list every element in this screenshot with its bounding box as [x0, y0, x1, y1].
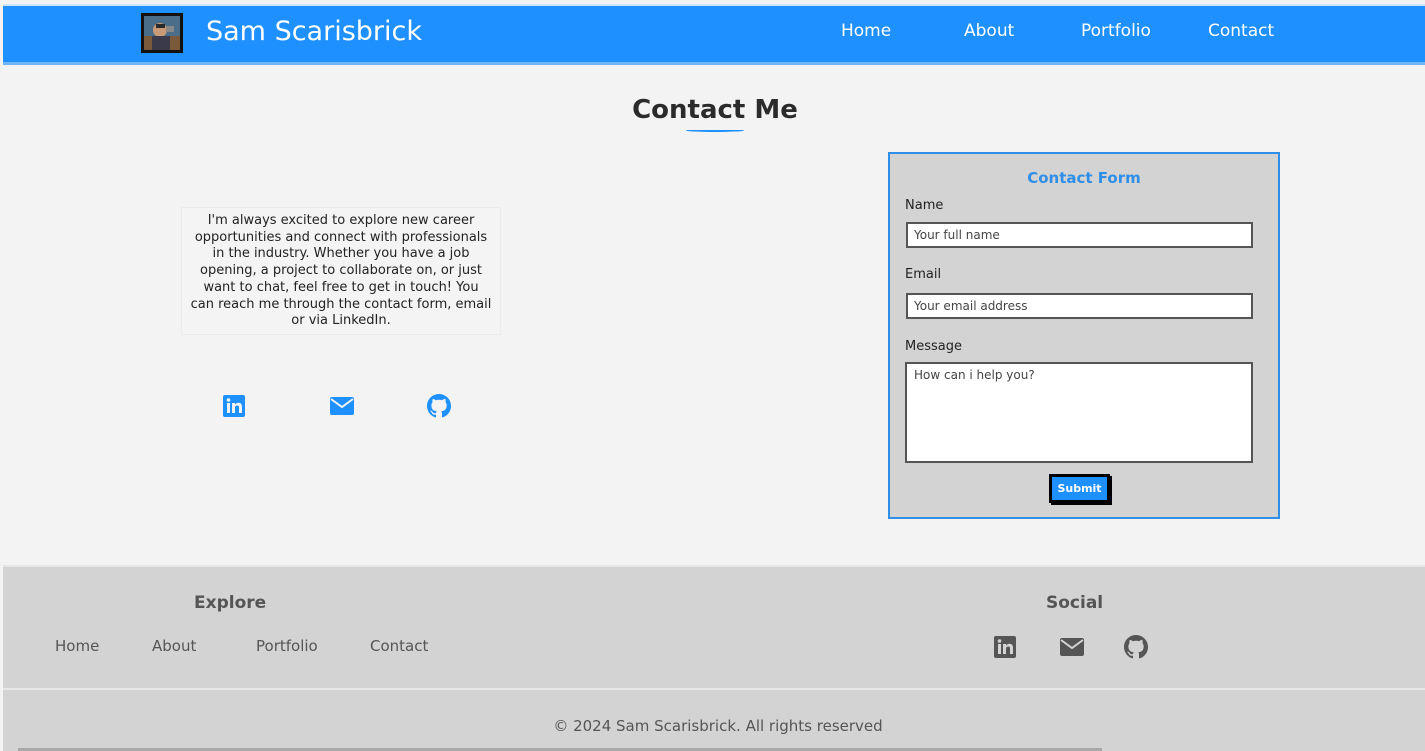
site-brand[interactable]: Sam Scarisbrick: [206, 16, 422, 47]
nav-contact[interactable]: Contact: [1208, 21, 1274, 41]
name-input[interactable]: [906, 222, 1253, 248]
nav-home[interactable]: Home: [841, 21, 891, 41]
footer-link-home[interactable]: Home: [55, 637, 99, 655]
intro-text: I'm always excited to explore new career…: [181, 207, 501, 335]
site-footer: Explore Home About Portfolio Contact Soc…: [3, 565, 1425, 688]
site-header: Sam Scarisbrick Home About Portfolio Con…: [3, 4, 1425, 65]
github-icon[interactable]: [426, 393, 452, 419]
social-heading: Social: [1046, 593, 1104, 613]
form-title: Contact Form: [1027, 169, 1141, 187]
github-icon[interactable]: [1123, 634, 1149, 660]
title-underline: [686, 129, 744, 132]
avatar[interactable]: [141, 13, 183, 53]
copyright-text: © 2024 Sam Scarisbrick. All rights reser…: [553, 717, 883, 735]
profile-photo: [144, 16, 180, 50]
explore-heading: Explore: [194, 593, 267, 613]
name-label: Name: [905, 198, 944, 213]
page-title: Contact Me: [632, 95, 798, 125]
footer-link-contact[interactable]: Contact: [370, 637, 428, 655]
footer-link-portfolio[interactable]: Portfolio: [256, 637, 318, 655]
email-label: Email: [905, 267, 942, 282]
linkedin-icon[interactable]: [221, 393, 247, 419]
envelope-icon[interactable]: [329, 393, 355, 419]
message-textarea[interactable]: [905, 362, 1253, 463]
copyright-bar: © 2024 Sam Scarisbrick. All rights reser…: [3, 688, 1425, 751]
footer-link-about[interactable]: About: [152, 637, 196, 655]
email-input[interactable]: [906, 293, 1253, 319]
message-label: Message: [905, 339, 962, 354]
envelope-icon[interactable]: [1059, 634, 1085, 660]
nav-portfolio[interactable]: Portfolio: [1081, 21, 1151, 41]
linkedin-icon[interactable]: [992, 634, 1018, 660]
submit-button[interactable]: Submit: [1049, 474, 1110, 503]
contact-form: Contact Form Name Email Message Submit: [888, 152, 1280, 519]
nav-about[interactable]: About: [964, 21, 1014, 41]
